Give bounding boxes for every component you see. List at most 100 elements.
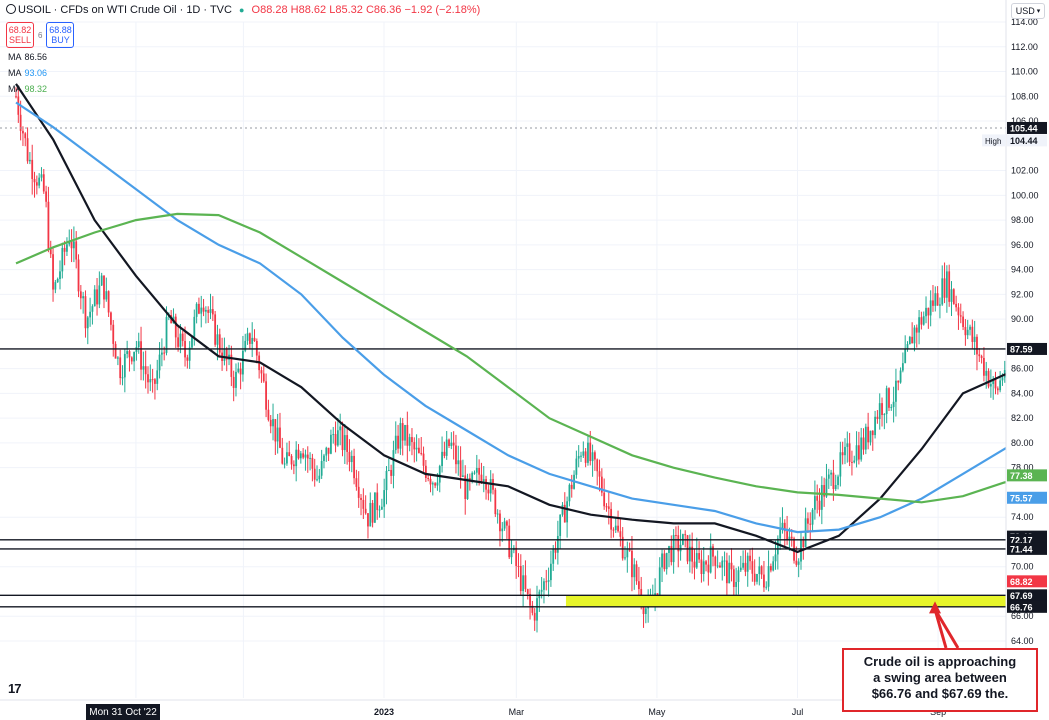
price-tick-label: 110.00 [1011, 67, 1038, 77]
candle-body [945, 271, 948, 298]
candle-body [232, 376, 235, 388]
candle-body [515, 547, 518, 566]
candle-body [561, 504, 564, 515]
candle-body [920, 317, 923, 325]
price-label-text: 67.69 [1010, 591, 1033, 601]
candle-body [719, 565, 721, 568]
tradingview-logo-icon[interactable]: 17 [8, 681, 22, 696]
candle-body [732, 569, 735, 587]
currency-label: USD [1015, 6, 1035, 16]
sell-button[interactable]: 68.82 SELL [6, 22, 34, 48]
candle-body [387, 469, 390, 471]
candle-body [35, 182, 38, 186]
candle-body [251, 337, 254, 344]
price-axis[interactable]: 114.00112.00110.00108.00106.00102.00100.… [982, 0, 1049, 720]
candle-body [457, 460, 460, 465]
candle-body [911, 336, 914, 344]
candle-body [436, 482, 439, 486]
price-tick-label: 64.00 [1011, 636, 1034, 646]
candle-body [955, 303, 958, 308]
candle-body [526, 589, 529, 594]
candle-body [371, 502, 374, 523]
candle-body [179, 333, 182, 347]
callout-arrow [933, 608, 948, 649]
candle-body [422, 453, 425, 466]
interval-label[interactable]: 1D [186, 4, 200, 16]
candle-body [459, 460, 462, 477]
candle-body [679, 544, 682, 552]
candle-body [869, 430, 872, 443]
candle-body [943, 278, 946, 298]
candle-body [158, 354, 161, 371]
candle-body [295, 449, 298, 467]
candle-body [617, 525, 619, 532]
candle-body [82, 296, 85, 299]
candle-body [637, 581, 640, 590]
currency-selector[interactable]: USD ▾ [1011, 3, 1045, 19]
candle-body [624, 557, 626, 559]
candle-body [292, 464, 295, 467]
candle-body [559, 514, 562, 536]
candle-body [971, 326, 974, 342]
candle-body [941, 278, 944, 305]
candle-body [765, 586, 768, 588]
candle-body [475, 467, 478, 473]
sell-label: SELL [8, 35, 32, 45]
candle-body [519, 565, 522, 592]
candle-body [966, 329, 969, 336]
candle-body [195, 303, 198, 317]
ma-value: 86.56 [24, 52, 48, 62]
candle-body [15, 96, 17, 98]
candle-body [156, 370, 159, 384]
candle-body [22, 130, 24, 134]
time-tick-label: Jul [792, 707, 804, 717]
candle-body [443, 451, 446, 456]
candle-body [38, 177, 41, 186]
candle-body [151, 379, 154, 381]
candle-body [332, 434, 335, 436]
candle-body [883, 414, 886, 416]
candle-body [596, 459, 599, 472]
candle-body [610, 508, 613, 530]
candle-body [47, 201, 50, 249]
candle-body [628, 549, 631, 551]
candle-body [626, 549, 629, 558]
candle-body [552, 549, 555, 564]
candle-body [350, 455, 353, 463]
candle-body [904, 349, 907, 364]
candle-body [304, 454, 307, 458]
candle-body [746, 555, 749, 572]
candle-body [950, 289, 953, 302]
price-tick-label: 70.00 [1011, 562, 1034, 572]
buy-button[interactable]: 68.88 BUY [46, 22, 75, 48]
ma-legend-short[interactable]: MA 86.56 [8, 52, 47, 62]
symbol-name[interactable]: USOIL [18, 4, 51, 16]
ma-label: MA [8, 52, 22, 62]
candle-body [383, 490, 386, 507]
price-chart[interactable]: 100.00% (84.49)61.80% (77.15)50.00% (74.… [0, 0, 1049, 720]
candle-body [698, 553, 701, 560]
candle-body [360, 497, 362, 500]
candle-body [948, 271, 951, 302]
candle-body [411, 437, 413, 443]
ma-legend-long[interactable]: MA 98.32 [8, 84, 47, 94]
candle-body [878, 403, 881, 420]
candle-body [978, 354, 981, 357]
candle-body [899, 370, 902, 383]
candle-body [533, 612, 536, 621]
candle-body [364, 508, 367, 514]
candle-body [480, 474, 483, 482]
candle-body [286, 452, 288, 464]
candle-body [427, 477, 430, 479]
close-value: C86.36 [365, 4, 402, 16]
candle-body [661, 553, 663, 568]
candle-body [267, 409, 270, 420]
swing-zone [565, 595, 1006, 607]
candle-body [598, 471, 601, 477]
ma-legend-mid[interactable]: MA 93.06 [8, 68, 47, 78]
candle-body [999, 380, 1002, 391]
candle-body [186, 357, 189, 361]
candle-body [438, 466, 441, 483]
candle-body [253, 337, 256, 342]
candle-body [380, 506, 383, 510]
